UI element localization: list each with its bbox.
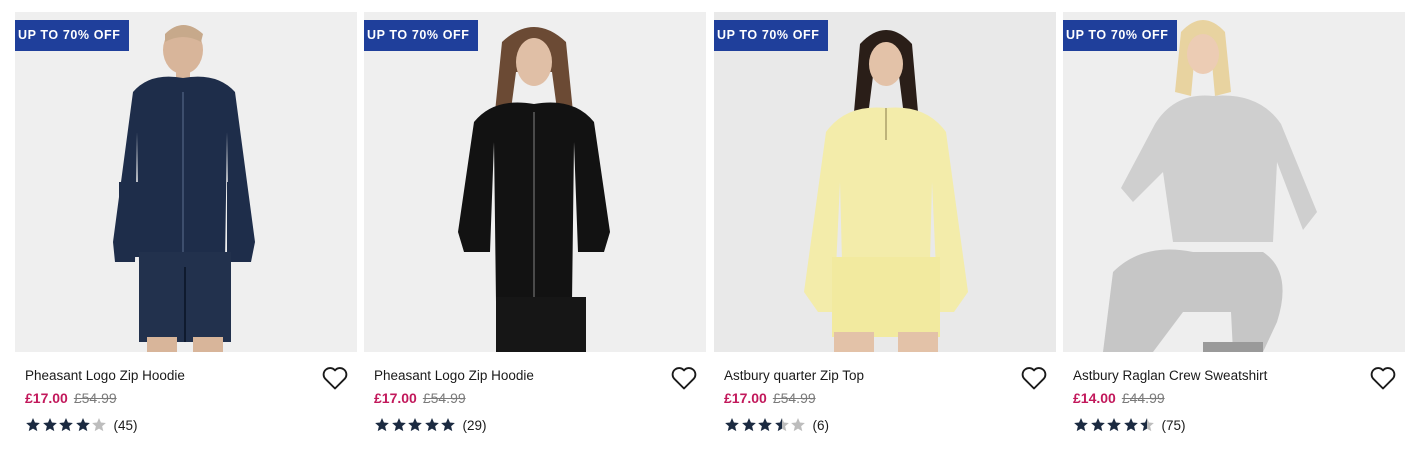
product-title[interactable]: Astbury quarter Zip Top <box>724 368 864 383</box>
sale-price: £17.00 <box>25 390 68 406</box>
rating: (6) <box>724 416 829 434</box>
sale-price: £14.00 <box>1073 390 1116 406</box>
star-filled-icon <box>25 417 42 433</box>
star-filled-icon <box>1073 417 1090 433</box>
price-row: £17.00 £54.99 <box>374 390 466 406</box>
star-filled-icon <box>75 417 92 433</box>
price-row: £17.00 £54.99 <box>724 390 816 406</box>
star-half-icon <box>774 417 791 433</box>
rating: (45) <box>25 416 138 434</box>
original-price: £54.99 <box>73 390 117 406</box>
star-rating <box>374 417 457 433</box>
product-title[interactable]: Pheasant Logo Zip Hoodie <box>25 368 185 383</box>
product-card[interactable]: UP TO 70% OFF Pheasant Logo Zip Hoodie £… <box>15 12 357 452</box>
product-title[interactable]: Pheasant Logo Zip Hoodie <box>374 368 534 383</box>
star-filled-icon <box>724 417 741 433</box>
star-filled-icon <box>757 417 774 433</box>
product-image[interactable]: UP TO 70% OFF <box>1063 12 1405 352</box>
star-filled-icon <box>407 417 424 433</box>
original-price: £54.99 <box>772 390 816 406</box>
product-image[interactable]: UP TO 70% OFF <box>714 12 1056 352</box>
discount-badge: UP TO 70% OFF <box>15 20 129 51</box>
rating: (29) <box>374 416 487 434</box>
product-title[interactable]: Astbury Raglan Crew Sweatshirt <box>1073 368 1267 383</box>
star-filled-icon <box>1090 417 1107 433</box>
heart-outline-icon <box>671 367 697 390</box>
wishlist-button[interactable] <box>1369 365 1397 391</box>
wishlist-button[interactable] <box>670 365 698 391</box>
wishlist-button[interactable] <box>321 365 349 391</box>
discount-badge: UP TO 70% OFF <box>714 20 828 51</box>
discount-badge: UP TO 70% OFF <box>364 20 478 51</box>
star-filled-icon <box>424 417 441 433</box>
star-filled-icon <box>42 417 59 433</box>
heart-outline-icon <box>1021 367 1047 390</box>
review-count: (29) <box>462 417 487 433</box>
star-empty-icon <box>91 417 108 433</box>
star-filled-icon <box>1123 417 1140 433</box>
product-card[interactable]: UP TO 70% OFF Pheasant Logo Zip Hoodie £… <box>364 12 706 452</box>
rating: (75) <box>1073 416 1186 434</box>
star-filled-icon <box>440 417 457 433</box>
product-photo <box>364 12 706 352</box>
star-filled-icon <box>58 417 75 433</box>
product-image[interactable]: UP TO 70% OFF <box>15 12 357 352</box>
review-count: (75) <box>1161 417 1186 433</box>
star-empty-icon <box>790 417 807 433</box>
star-filled-icon <box>374 417 391 433</box>
product-grid: UP TO 70% OFF Pheasant Logo Zip Hoodie £… <box>15 12 1405 452</box>
discount-badge: UP TO 70% OFF <box>1063 20 1177 51</box>
product-photo <box>15 12 357 352</box>
product-card[interactable]: UP TO 70% OFF Astbury quarter Zip Top £1… <box>714 12 1056 452</box>
star-rating <box>25 417 108 433</box>
product-card[interactable]: UP TO 70% OFF Astbury Raglan Crew Sweats… <box>1063 12 1405 452</box>
star-filled-icon <box>741 417 758 433</box>
star-rating <box>1073 417 1156 433</box>
product-photo <box>714 12 1056 352</box>
sale-price: £17.00 <box>374 390 417 406</box>
review-count: (45) <box>113 417 138 433</box>
price-row: £14.00 £44.99 <box>1073 390 1165 406</box>
star-filled-icon <box>1106 417 1123 433</box>
product-image[interactable]: UP TO 70% OFF <box>364 12 706 352</box>
price-row: £17.00 £54.99 <box>25 390 117 406</box>
original-price: £44.99 <box>1121 390 1165 406</box>
review-count: (6) <box>812 417 830 433</box>
heart-outline-icon <box>322 367 348 390</box>
star-filled-icon <box>391 417 408 433</box>
original-price: £54.99 <box>422 390 466 406</box>
wishlist-button[interactable] <box>1020 365 1048 391</box>
star-half-icon <box>1139 417 1156 433</box>
product-photo <box>1063 12 1405 352</box>
star-rating <box>724 417 807 433</box>
heart-outline-icon <box>1370 367 1396 390</box>
sale-price: £17.00 <box>724 390 767 406</box>
